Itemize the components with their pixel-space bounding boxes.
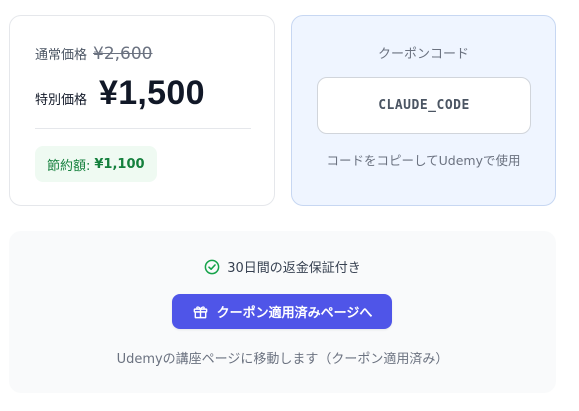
regular-price-row: 通常価格 ¥2,600 <box>35 44 153 64</box>
savings-amount: ¥1,100 <box>94 156 145 172</box>
price-card: 通常価格 ¥2,600 特別価格 ¥1,500 節約額: ¥1,100 <box>9 15 275 206</box>
special-price-label: 特別価格 <box>35 93 88 108</box>
guarantee-row: 30日間の返金保証付き <box>9 257 556 276</box>
coupon-label: クーポンコード <box>377 47 469 62</box>
special-price-row: 特別価格 ¥1,500 <box>35 74 205 113</box>
special-price-value: ¥1,500 <box>99 74 205 112</box>
savings-badge: 節約額: ¥1,100 <box>35 146 157 182</box>
guarantee-text: 30日間の返金保証付き <box>227 261 361 276</box>
price-divider <box>35 128 251 129</box>
redirect-note: Udemyの講座ページに移動します（クーポン適用済み） <box>116 352 449 367</box>
gift-icon <box>193 306 207 319</box>
regular-price-label: 通常価格 <box>35 48 88 63</box>
coupon-card: クーポンコード CLAUDE_CODE コードをコピーしてUdemyで使用 <box>291 15 556 206</box>
regular-price-value: ¥2,600 <box>93 44 153 64</box>
coupon-hint: コードをコピーしてUdemyで使用 <box>326 153 521 168</box>
check-circle-icon <box>204 259 220 274</box>
coupon-page-button[interactable]: クーポン適用済みページへ <box>172 294 392 329</box>
redirect-panel: 30日間の返金保証付き クーポン適用済みページへ Udemyの講座ページに移動し… <box>9 231 556 393</box>
coupon-page-button-label: クーポン適用済みページへ <box>216 306 373 321</box>
savings-label: 節約額: <box>47 158 91 174</box>
coupon-code-box[interactable]: CLAUDE_CODE <box>317 77 531 134</box>
